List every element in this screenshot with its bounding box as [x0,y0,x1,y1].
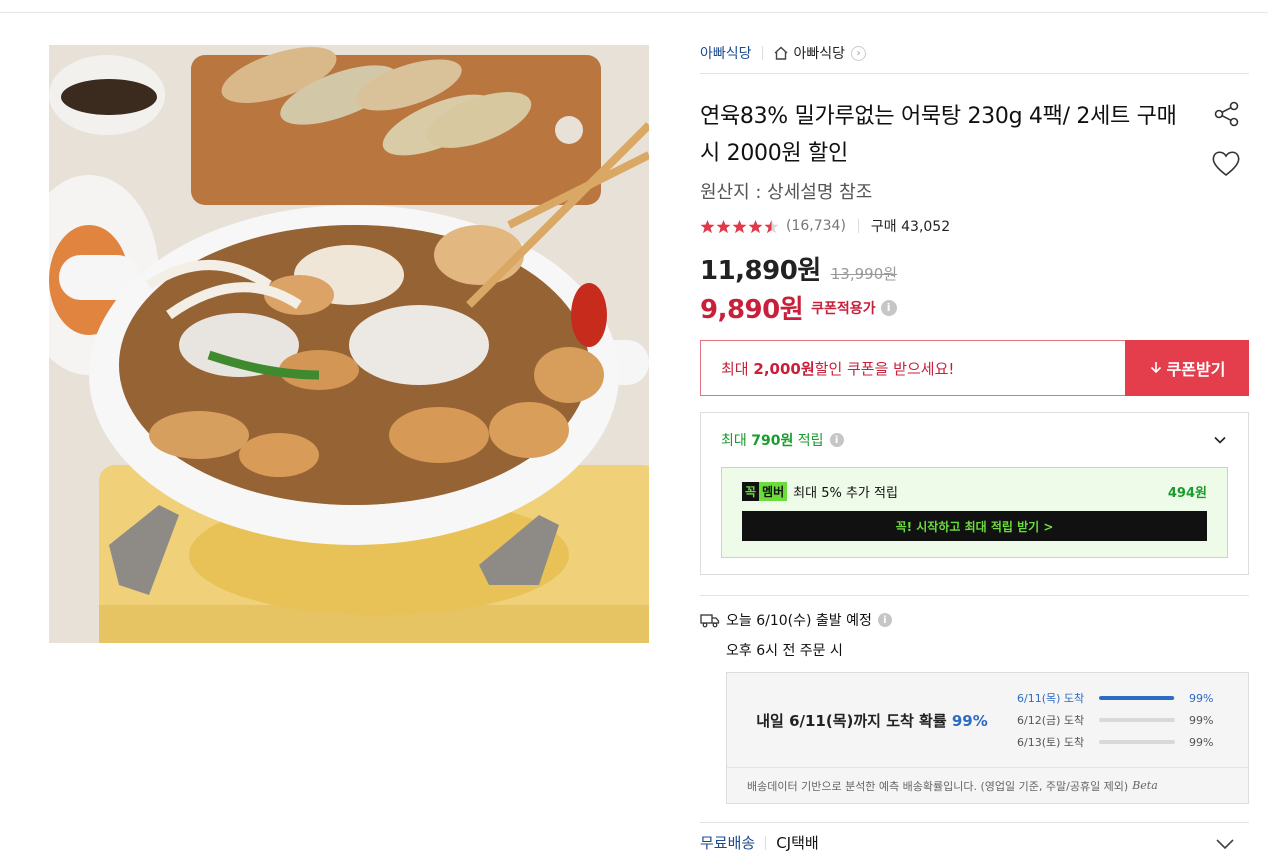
product-title: 연육83% 밀가루없는 어묵탕 230g 4팩/ 2세트 구매 시 2000원 … [700,104,1177,166]
product-image[interactable] [49,45,649,643]
coupon-download-button[interactable]: 쿠폰받기 [1125,340,1249,396]
review-count[interactable]: (16,734) [786,218,846,234]
beta-label: Beta [1132,779,1158,792]
star-icon [732,219,747,233]
member-badge-part-1: 꼭 [742,482,760,501]
member-badge-part-2: 멤버 [759,482,788,501]
info-icon[interactable]: i [877,613,892,627]
member-badge: 꼭 멤버 [742,482,788,501]
truck-icon [700,614,720,628]
member-benefit-left: 꼭 멤버 최대 5% 추가 적립 [742,482,898,501]
dispatch-row: 오늘 6/10(수) 출발 예정 i [700,610,1249,630]
heart-icon[interactable] [1210,148,1242,178]
arrival-probability-row: 6/11(목) 도착 99% [1017,687,1213,709]
title-row: 연육83% 밀가루없는 어묵탕 230g 4팩/ 2세트 구매 시 2000원 … [700,98,1249,177]
shipping-row[interactable]: 무료배송 CJ택배 [700,822,1249,861]
dispatch-text: 오늘 6/10(수) 출발 예정 [726,613,872,629]
delivery-section: 오늘 6/10(수) 출발 예정 i 오후 6시 전 주문 시 내일 6/11(… [700,595,1249,804]
divider [765,835,767,850]
arrival-probability-row: 6/12(금) 도착 99% [1017,709,1213,731]
divider [700,73,1249,74]
coupon-message: 최대 2,000원 할인 쿠폰을 받으세요! [700,340,1125,396]
chevron-right-icon[interactable]: › [851,45,867,61]
rating-row: (16,734) 구매 43,052 [700,216,1249,236]
coupon-price-row: 9,890원 쿠폰적용가 i [700,289,1249,326]
star-half-icon [764,219,779,233]
shipping-free: 무료배송 [700,834,756,852]
member-benefit-text: 최대 5% 추가 적립 [793,486,898,501]
arrival-summary-text: 내일 6/11(목)까지 도착 확률 [756,711,952,730]
probability-value: 99% [1189,735,1214,749]
origin-info: 원산지 : 상세설명 참조 [700,182,873,203]
points-section: 최대 790원 적립 i 꼭 멤버 최대 5% 추가 적립 494원 꼭! 시작하… [700,412,1249,575]
arrival-date: 6/12(금) 도착 [1017,714,1085,727]
probability-value: 99% [1189,713,1214,727]
breadcrumb: 아빠식당 아빠식당 › [700,40,1249,66]
member-benefit-amount: 494원 [1167,486,1207,501]
arrival-probability-box: 내일 6/11(목)까지 도착 확률 99% 6/11(목) 도착 99% 6/… [726,672,1249,804]
points-suffix: 적립 [797,433,824,449]
divider [857,219,859,233]
arrival-probability-row: 6/13(토) 도착 99% [1017,731,1213,753]
chevron-down-icon[interactable] [1212,432,1228,448]
breadcrumb-divider [761,46,763,60]
sale-price: 11,890원 [700,256,821,286]
points-header[interactable]: 최대 790원 적립 i [721,413,1228,467]
arrival-main: 내일 6/11(목)까지 도착 확률 99% 6/11(목) 도착 99% 6/… [727,673,1248,767]
points-amount: 790원 [751,433,794,449]
star-icon [700,219,715,233]
arrival-note-text: 배송데이터 기반으로 분석한 예측 배송확률입니다. (영업일 기준, 주말/공… [747,779,1129,793]
shipping-carrier: CJ택배 [776,834,819,852]
arrival-probability-list: 6/11(목) 도착 99% 6/12(금) 도착 99% 6/13(토) 도착… [1017,687,1213,753]
product-info: 아빠식당 아빠식당 › 연육83% 밀가루없는 어묵탕 230g 4팩/ 2세트… [700,40,1249,804]
coupon-banner: 최대 2,000원 할인 쿠폰을 받으세요! 쿠폰받기 [700,340,1249,396]
store-link[interactable]: 아빠식당 [700,43,752,63]
probability-bar-fill [1099,718,1175,722]
chevron-down-icon[interactable] [1215,837,1235,851]
coupon-price: 9,890원 [700,295,804,325]
home-icon[interactable] [773,45,789,61]
purchase-count: 구매 43,052 [870,219,951,235]
price-row: 11,890원 13,990원 [700,250,1249,287]
probability-bar [1099,740,1175,744]
coupon-message-suffix: 할인 쿠폰을 받으세요! [814,359,955,378]
arrival-note: 배송데이터 기반으로 분석한 예측 배송확률입니다. (영업일 기준, 주말/공… [727,767,1248,803]
divider [700,595,1249,596]
probability-bar [1099,718,1175,722]
star-icon [716,219,731,233]
share-icon[interactable] [1213,100,1241,128]
download-icon [1150,362,1161,374]
arrival-summary: 내일 6/11(목)까지 도착 확률 99% [727,710,1017,731]
probability-bar-fill [1099,740,1175,744]
coupon-price-label: 쿠폰적용가 [811,300,876,317]
star-icon [748,219,763,233]
order-cutoff: 오후 6시 전 주문 시 [726,643,843,659]
info-icon[interactable]: i [829,433,844,447]
coupon-amount: 2,000원 [753,359,815,378]
arrival-date: 6/13(토) 도착 [1017,736,1085,749]
probability-bar [1099,696,1175,700]
member-benefit-box: 꼭 멤버 최대 5% 추가 적립 494원 꼭! 시작하고 최대 적립 받기 > [721,467,1228,558]
arrival-summary-pct: 99% [951,711,988,730]
top-divider [0,12,1268,13]
member-signup-button[interactable]: 꼭! 시작하고 최대 적립 받기 > [742,511,1207,541]
points-prefix: 최대 [721,433,747,449]
member-benefit-row: 꼭 멤버 최대 5% 추가 적립 494원 [742,482,1207,501]
original-price: 13,990원 [830,265,898,283]
star-rating[interactable] [700,219,780,234]
probability-value: 99% [1189,691,1214,705]
info-icon[interactable]: i [880,299,897,316]
probability-bar-fill [1099,696,1175,700]
coupon-button-label: 쿠폰받기 [1166,360,1226,379]
points-title: 최대 790원 적립 i [721,430,844,450]
store-home-link[interactable]: 아빠식당 [794,43,846,63]
arrival-date: 6/11(목) 도착 [1017,692,1085,705]
coupon-message-prefix: 최대 [721,359,749,378]
